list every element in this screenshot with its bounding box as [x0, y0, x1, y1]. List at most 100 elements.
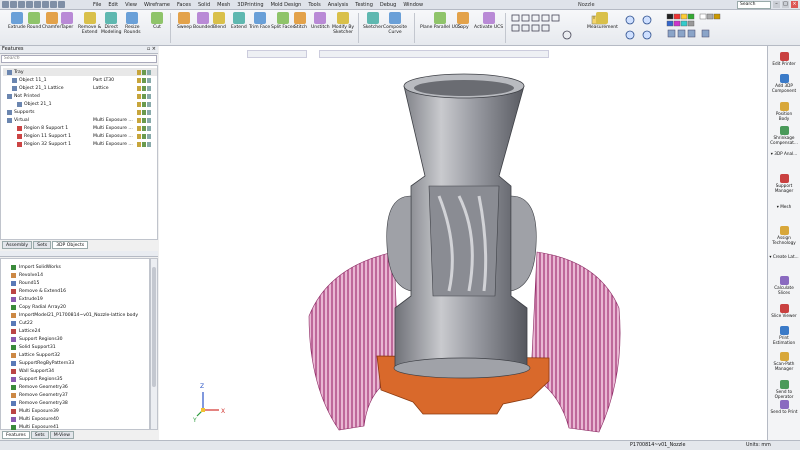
- menu-solid[interactable]: Solid: [198, 2, 210, 8]
- color-icon[interactable]: [147, 93, 151, 99]
- color-icon[interactable]: [147, 101, 151, 107]
- color-icon[interactable]: [147, 85, 151, 91]
- menu-testing[interactable]: Testing: [355, 2, 373, 8]
- guide-add-3dp-component[interactable]: Add 3DP Component: [768, 74, 800, 93]
- guide-support-manager[interactable]: Support Manager: [768, 174, 800, 193]
- history-item[interactable]: Lattice Support32: [5, 351, 60, 359]
- ribbon-modify-by-sketcher-button[interactable]: Modify By Sketcher: [332, 12, 354, 35]
- menu-3dprinting[interactable]: 3DPrinting: [237, 2, 263, 8]
- guide-scan-path-manager[interactable]: Scan-Path Manager: [768, 352, 800, 371]
- guide-send-to-print[interactable]: Send to Print: [768, 400, 800, 415]
- ribbon-resize-rounds-button[interactable]: Resize Rounds: [124, 12, 141, 35]
- menu-file[interactable]: File: [93, 2, 101, 8]
- lock-icon[interactable]: [142, 141, 146, 147]
- ribbon-split-faces-button[interactable]: Split Faces: [271, 12, 295, 30]
- undo-icon[interactable]: [26, 1, 33, 8]
- history-item[interactable]: Support Regions35: [5, 375, 63, 383]
- ribbon-blend-button[interactable]: Blend: [213, 12, 226, 30]
- tab-features[interactable]: Features: [2, 431, 30, 439]
- search-input[interactable]: Search: [737, 1, 771, 9]
- color-icon[interactable]: [147, 117, 151, 123]
- lock-icon[interactable]: [142, 117, 146, 123]
- ribbon-plane-parallel-ucs-button[interactable]: Plane Parallel UCS: [420, 12, 461, 30]
- ribbon-chamfer-button[interactable]: Chamfer: [42, 12, 61, 30]
- visibility-flags[interactable]: [137, 125, 151, 131]
- guide-mesh[interactable]: ▾ Mesh: [768, 204, 800, 210]
- zoom-tools[interactable]: [622, 13, 662, 43]
- ribbon-activate-ucs-button[interactable]: Activate UCS: [474, 12, 503, 30]
- pin-icon[interactable]: ▫ ×: [147, 46, 156, 53]
- history-item[interactable]: Multi Exposure41: [5, 423, 59, 431]
- maximize-icon[interactable]: □: [782, 1, 789, 8]
- history-item[interactable]: Round15: [5, 279, 39, 287]
- guide-calculate-slices[interactable]: Calculate Slices: [768, 276, 800, 295]
- lock-icon[interactable]: [142, 77, 146, 83]
- visibility-icon[interactable]: [137, 117, 141, 123]
- ribbon-sketcher-button[interactable]: Sketcher: [363, 12, 383, 30]
- minimize-icon[interactable]: –: [773, 1, 780, 8]
- visibility-icon[interactable]: [137, 85, 141, 91]
- object-tree-row[interactable]: Region 32 Support 1 Multi Exposure ...: [3, 140, 157, 148]
- guide-print-estimation[interactable]: Print Estimation: [768, 326, 800, 345]
- history-item[interactable]: Wall Support34: [5, 367, 54, 375]
- options-icon[interactable]: [50, 1, 57, 8]
- history-item[interactable]: Remove Geometry38: [5, 399, 68, 407]
- save-icon[interactable]: [18, 1, 25, 8]
- tab-m-view[interactable]: M-View: [49, 431, 74, 439]
- color-icon[interactable]: [147, 69, 151, 75]
- left-lattice-supports[interactable]: [308, 251, 400, 431]
- lock-icon[interactable]: [142, 133, 146, 139]
- guide-slice-viewer[interactable]: Slice Viewer: [768, 304, 800, 319]
- 3d-viewport[interactable]: Z X Y: [159, 46, 767, 440]
- visibility-flags[interactable]: [137, 85, 151, 91]
- lock-icon[interactable]: [142, 69, 146, 75]
- visibility-icon[interactable]: [137, 141, 141, 147]
- color-icon[interactable]: [147, 141, 151, 147]
- object-tree-row[interactable]: Object 21_1: [3, 100, 157, 108]
- ribbon-unstitch-button[interactable]: Unstitch: [311, 12, 330, 30]
- visibility-flags[interactable]: [137, 117, 151, 123]
- guide-shrinkage-compensat[interactable]: Shrinkage Compensat...: [768, 126, 800, 145]
- color-icon[interactable]: [147, 109, 151, 115]
- color-icon[interactable]: [147, 77, 151, 83]
- menu-analysis[interactable]: Analysis: [328, 2, 349, 8]
- history-item[interactable]: Remove Geometry36: [5, 383, 68, 391]
- tab-3dp-objects[interactable]: 3DP Objects: [52, 241, 89, 249]
- menu-view[interactable]: View: [125, 2, 137, 8]
- ribbon-taper-button[interactable]: Taper: [61, 12, 73, 30]
- ribbon-direct-modeling-button[interactable]: Direct Modeling: [101, 12, 121, 35]
- close-icon[interactable]: ×: [791, 1, 798, 8]
- tab-sets[interactable]: Sets: [33, 241, 52, 249]
- ribbon-composite-curve-button[interactable]: Composite Curve: [383, 12, 407, 35]
- color-palette[interactable]: [666, 13, 766, 43]
- menu-debug[interactable]: Debug: [380, 2, 396, 8]
- visibility-icon[interactable]: [137, 109, 141, 115]
- history-scrollbar[interactable]: [150, 258, 158, 430]
- nozzle-model-render[interactable]: Z X Y: [159, 46, 767, 440]
- tab-sets[interactable]: Sets: [30, 431, 49, 439]
- lock-icon[interactable]: [142, 93, 146, 99]
- visibility-flags[interactable]: [137, 133, 151, 139]
- ribbon-stitch-button[interactable]: Stitch: [294, 12, 307, 30]
- right-lattice-supports[interactable]: [530, 251, 621, 433]
- ribbon-extend-button[interactable]: Extend: [231, 12, 247, 30]
- menu-window[interactable]: Window: [403, 2, 423, 8]
- object-tree-row[interactable]: Virtual Multi Exposure ...: [3, 116, 157, 124]
- visibility-icon[interactable]: [137, 93, 141, 99]
- visibility-flags[interactable]: [137, 77, 151, 83]
- history-item[interactable]: Revolve14: [5, 271, 43, 279]
- visibility-icon[interactable]: [137, 133, 141, 139]
- tab-assembly[interactable]: Assembly: [2, 241, 33, 249]
- ribbon-remove-extend-button[interactable]: Remove & Extend: [78, 12, 101, 35]
- scrollbar-thumb[interactable]: [152, 267, 156, 387]
- visibility-icon[interactable]: [137, 69, 141, 75]
- customize-icon[interactable]: [58, 1, 65, 8]
- redo-icon[interactable]: [34, 1, 41, 8]
- guide-position-body[interactable]: Position Body: [768, 102, 800, 121]
- history-item[interactable]: Cut22: [5, 319, 33, 327]
- color-icon[interactable]: [147, 133, 151, 139]
- ribbon-trim-face-button[interactable]: Trim Face: [249, 12, 270, 30]
- object-tree-row[interactable]: Region 8 Support 1 Multi Exposure ...: [3, 124, 157, 132]
- menu-tools[interactable]: Tools: [308, 2, 320, 8]
- ribbon-round-button[interactable]: Round: [27, 12, 41, 30]
